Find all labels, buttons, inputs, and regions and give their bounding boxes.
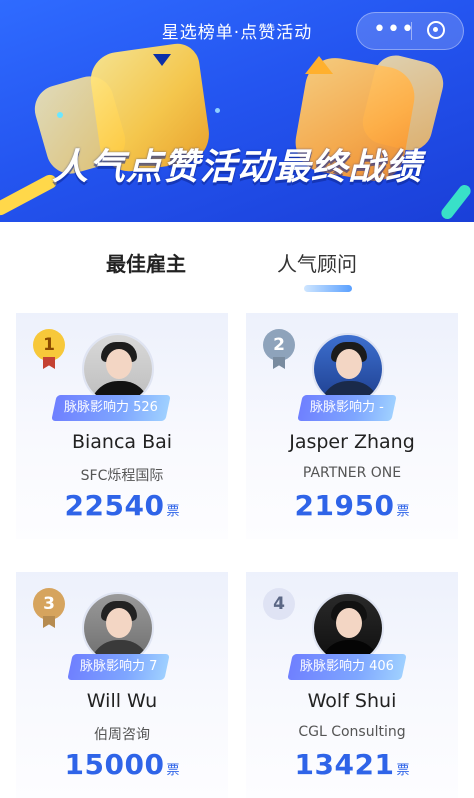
rank-medal-icon: 1 xyxy=(33,329,65,361)
advisor-card[interactable]: 1 脉脉影响力 526 Bianca Bai SFC烁程国际 22540 票 xyxy=(16,313,228,539)
influence-badge: 脉脉影响力 - xyxy=(297,395,397,421)
rank-medal-icon: 3 xyxy=(33,588,65,620)
decor-dot xyxy=(57,112,63,118)
advisor-company: 伯周咨询 xyxy=(94,727,150,743)
advisor-name: Will Wu xyxy=(86,690,158,712)
active-tab-indicator xyxy=(304,285,352,292)
vote-count: 13421 票 xyxy=(294,748,410,781)
more-dots-icon[interactable]: ••• xyxy=(373,19,414,41)
influence-badge: 脉脉影响力 7 xyxy=(67,654,171,680)
advisor-name: Bianca Bai xyxy=(71,431,173,453)
advisor-company: SFC烁程国际 xyxy=(80,468,164,484)
advisor-company: PARTNER ONE xyxy=(302,465,402,481)
influence-badge: 脉脉影响力 526 xyxy=(51,395,171,421)
advisor-name: Jasper Zhang xyxy=(289,431,415,453)
advisor-card[interactable]: 3 脉脉影响力 7 Will Wu 伯周咨询 15000 票 xyxy=(16,572,228,798)
advisor-name: Wolf Shui xyxy=(307,690,397,712)
advisor-company: CGL Consulting xyxy=(298,724,406,740)
advisor-card[interactable]: 2 脉脉影响力 - Jasper Zhang PARTNER ONE 21950… xyxy=(246,313,458,539)
mini-program-capsule: ••• xyxy=(356,12,464,50)
crown-icon xyxy=(305,56,333,74)
rank-medal-icon: 2 xyxy=(263,329,295,361)
crown-icon xyxy=(153,54,171,66)
rank-medal-icon: 4 xyxy=(263,588,295,620)
capsule-divider xyxy=(411,22,412,40)
target-icon[interactable] xyxy=(427,21,445,39)
vote-count: 15000 票 xyxy=(64,748,180,781)
vote-count: 22540 票 xyxy=(64,489,180,522)
influence-badge: 脉脉影响力 406 xyxy=(287,654,407,680)
decor-dot xyxy=(215,108,220,113)
advisor-card[interactable]: 4 脉脉影响力 406 Wolf Shui CGL Consulting 134… xyxy=(246,572,458,798)
tab-popular-advisor[interactable]: 人气顾问 xyxy=(277,250,357,278)
header-banner: 星选榜单·点赞活动 ••• 人气点赞活动最终战绩 xyxy=(0,0,474,222)
tab-best-employer[interactable]: 最佳雇主 xyxy=(106,250,186,278)
vote-count: 21950 票 xyxy=(294,489,410,522)
hero-title: 人气点赞活动最终战绩 xyxy=(51,147,422,188)
